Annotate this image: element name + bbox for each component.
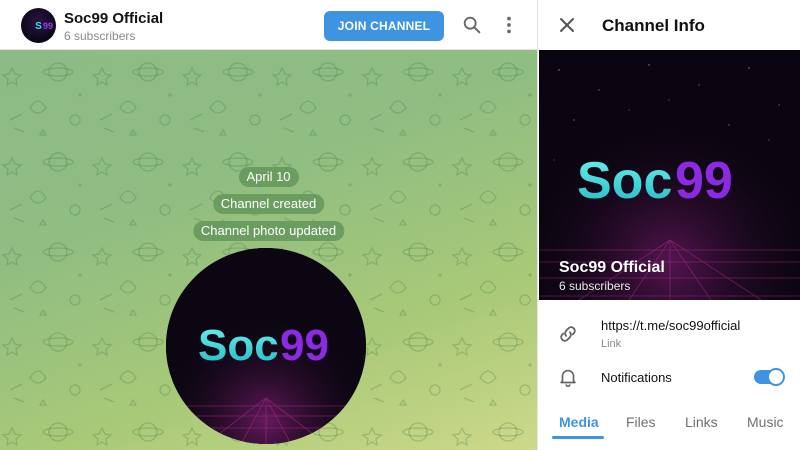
chat-background: April 10 Channel created Channel photo u…: [0, 50, 537, 450]
svg-text:99: 99: [43, 21, 53, 31]
close-icon[interactable]: [557, 15, 577, 35]
bell-icon: [560, 369, 576, 387]
channel-avatar[interactable]: S 99: [21, 8, 56, 43]
logo-word: Soc: [198, 321, 279, 370]
banner-subscriber-count: 6 subscribers: [559, 279, 631, 293]
channel-banner[interactable]: Soc 99 Soc99 Official 6 subscribers: [539, 50, 800, 300]
channel-title[interactable]: Soc99 Official: [64, 10, 163, 27]
subscriber-count: 6 subscribers: [64, 29, 136, 43]
active-tab-indicator: [552, 436, 604, 439]
date-separator: April 10: [238, 167, 299, 187]
channel-photo-preview[interactable]: Soc 99: [166, 248, 366, 444]
link-caption: Link: [601, 338, 622, 350]
info-header: Channel Info: [538, 0, 800, 50]
tab-media[interactable]: Media: [559, 414, 599, 430]
chat-header: S 99 Soc99 Official 6 subscribers JOIN C…: [0, 0, 537, 50]
link-icon: [560, 326, 576, 342]
more-vertical-icon[interactable]: [498, 14, 520, 36]
tab-links[interactable]: Links: [685, 414, 718, 430]
banner-logo-digits: 99: [675, 152, 733, 210]
tab-files[interactable]: Files: [626, 414, 656, 430]
banner-logo-word: Soc: [577, 152, 672, 210]
logo-digits: 99: [280, 321, 329, 370]
search-icon[interactable]: [461, 14, 483, 36]
svg-text:S: S: [35, 21, 42, 32]
channel-link[interactable]: https://t.me/soc99official: [601, 318, 740, 333]
service-message-photo-updated: Channel photo updated: [192, 221, 345, 241]
chat-pane: S 99 Soc99 Official 6 subscribers JOIN C…: [0, 0, 537, 450]
banner-channel-name: Soc99 Official: [559, 259, 665, 276]
info-title: Channel Info: [602, 16, 705, 35]
media-tabs: Media Files Links Music: [538, 404, 800, 440]
toggle-knob: [767, 368, 785, 386]
tab-music[interactable]: Music: [747, 414, 784, 430]
service-message-created: Channel created: [212, 194, 325, 214]
notifications-toggle[interactable]: [754, 368, 785, 386]
join-channel-button[interactable]: JOIN CHANNEL: [324, 11, 444, 41]
channel-info-pane: Channel Info Soc 99 Soc99 Official 6 sub…: [537, 0, 800, 450]
notifications-label: Notifications: [601, 370, 672, 385]
